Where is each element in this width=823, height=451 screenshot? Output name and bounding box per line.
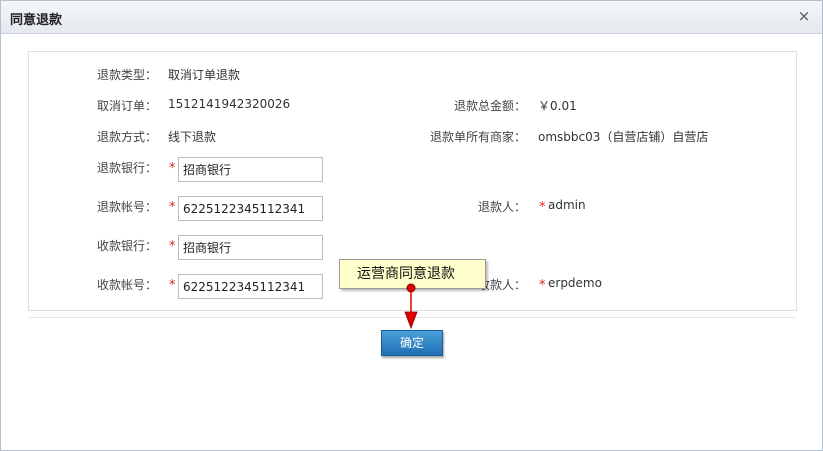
receive-bank-label: 收款银行： (96, 239, 157, 253)
required-mark: * (539, 278, 546, 293)
refund-dialog: 同意退款 × 退款类型： 取消订单退款 取消订单： 15121419423200… (0, 0, 823, 451)
total-amount-value: ￥0.01 (538, 99, 577, 113)
receive-account-input[interactable] (178, 274, 323, 299)
refund-account-label: 退款帐号： (96, 200, 157, 214)
required-mark: * (539, 200, 546, 215)
refund-bank-label: 退款银行： (96, 161, 157, 175)
refund-person-label: 退款人： (477, 200, 526, 214)
dialog-title: 同意退款 (10, 13, 63, 28)
confirm-button[interactable]: 确定 (381, 330, 443, 356)
close-icon[interactable]: × (796, 7, 812, 25)
merchant-value: omsbbc03（自营店铺）自营店 (538, 130, 709, 144)
refund-method-label: 退款方式： (96, 130, 157, 144)
arrow-down-icon (404, 283, 418, 330)
total-amount-label: 退款总金额： (453, 99, 526, 113)
required-mark: * (169, 161, 176, 176)
refund-account-input[interactable] (178, 196, 323, 221)
refund-method-value: 线下退款 (168, 130, 217, 144)
refund-person-value: admin (548, 198, 586, 212)
required-mark: * (169, 278, 176, 293)
receive-account-label: 收款帐号： (96, 278, 157, 292)
refund-bank-input[interactable] (178, 157, 323, 182)
cancel-order-label: 取消订单： (96, 99, 157, 113)
required-mark: * (169, 200, 176, 215)
dialog-titlebar: 同意退款 × (1, 1, 822, 34)
refund-type-label: 退款类型： (96, 68, 157, 82)
receiver-value: erpdemo (548, 276, 602, 290)
annotation-text: 运营商同意退款 (357, 266, 455, 282)
required-mark: * (169, 239, 176, 254)
receive-bank-input[interactable] (178, 235, 323, 260)
cancel-order-value: 1512141942320026 (168, 97, 291, 111)
merchant-label: 退款单所有商家： (429, 130, 526, 144)
refund-type-value: 取消订单退款 (168, 68, 241, 82)
